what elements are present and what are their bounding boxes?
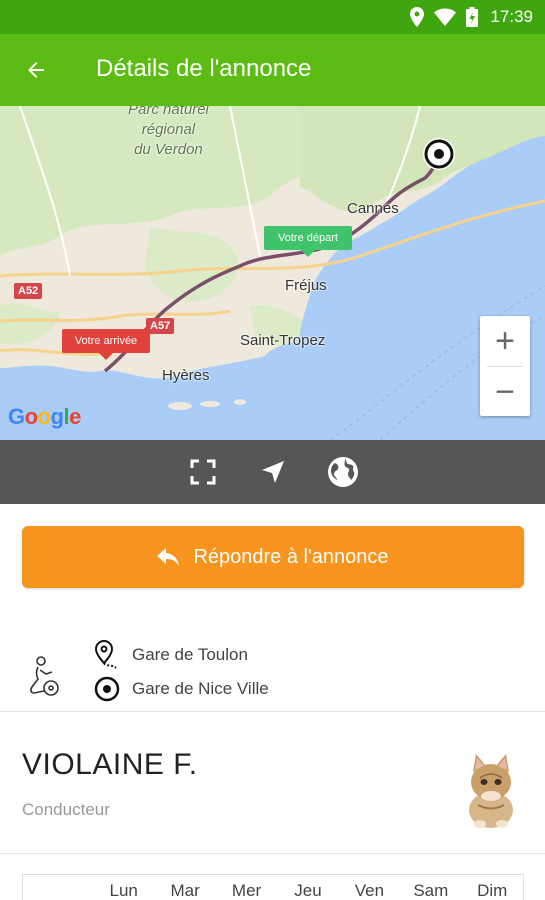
route-arrival: Gare de Nice Ville	[94, 676, 269, 702]
zoom-in-button[interactable]: +	[480, 316, 530, 366]
page-title: Détails de l'annonce	[96, 55, 312, 82]
day-label: Lun	[109, 881, 138, 900]
passenger-seat-icon	[30, 656, 59, 696]
reply-icon	[157, 548, 180, 566]
globe-icon	[327, 457, 358, 487]
back-button[interactable]	[18, 52, 54, 88]
route-map[interactable]: Parc naturel régional du Verdon Cannes F…	[0, 106, 545, 440]
day-label: Mer	[231, 881, 262, 900]
map-label-park-line2: régional	[141, 121, 196, 138]
navigate-icon	[261, 461, 284, 483]
arrow-back-icon	[28, 62, 44, 78]
day-label: Jeu	[294, 881, 322, 900]
route-departure: Gare de Toulon	[94, 640, 248, 670]
day-label: Ven	[354, 881, 385, 900]
navigate-button[interactable]	[257, 456, 289, 488]
driver-role: Conducteur	[22, 800, 110, 819]
map-label-saint-tropez: Saint-Tropez	[240, 332, 326, 349]
reply-button[interactable]: Répondre à l'annonce	[22, 526, 524, 588]
google-letter: g	[50, 404, 64, 429]
driver-name: VIOLAINE F.	[22, 748, 198, 781]
globe-button[interactable]	[327, 456, 359, 488]
avatar[interactable]	[458, 750, 524, 830]
map-label-hyeres: Hyères	[162, 367, 210, 384]
day-label: Mar	[170, 881, 200, 900]
road-badge-a57: A57	[146, 318, 175, 334]
map-label-park-line3: du Verdon	[134, 141, 203, 158]
location-icon	[410, 7, 425, 27]
map-label-park: Parc naturel régional du Verdon	[128, 106, 209, 160]
weekday-header: Lun Mar Mer Jeu Ven Sam Dim	[22, 874, 524, 900]
destination-marker-icon[interactable]	[421, 136, 457, 172]
map-label-park-line1: Parc naturel	[128, 106, 209, 118]
arrival-target-icon	[94, 676, 120, 702]
route-summary: Gare de Toulon Gare de Nice Ville	[0, 630, 545, 712]
battery-icon	[466, 7, 479, 27]
marker-departure[interactable]: Votre départ	[264, 226, 352, 257]
status-icons: 17:39	[410, 6, 533, 28]
google-letter: e	[69, 404, 81, 429]
google-letter: o	[37, 404, 51, 429]
google-letter: G	[8, 404, 25, 429]
status-time: 17:39	[490, 7, 533, 26]
map-toolbar	[0, 440, 545, 504]
zoom-out-button[interactable]: −	[480, 367, 530, 417]
reply-button-label: Répondre à l'annonce	[193, 545, 389, 568]
marker-arrival[interactable]: Votre arrivée	[62, 329, 150, 360]
road-badge-a52: A52	[14, 283, 43, 299]
map-label-frejus: Fréjus	[285, 277, 327, 294]
map-background	[0, 106, 545, 440]
google-logo: Google	[8, 404, 81, 430]
day-label: Dim	[477, 881, 508, 900]
fullscreen-button[interactable]	[187, 456, 219, 488]
wifi-icon	[434, 8, 457, 26]
arrival-text: Gare de Nice Ville	[132, 679, 269, 698]
fullscreen-icon	[190, 459, 215, 485]
driver-card[interactable]: VIOLAINE F. Conducteur	[0, 712, 545, 854]
departure-pin-icon	[94, 640, 117, 669]
status-bar: 17:39	[0, 0, 545, 34]
app-bar: Détails de l'annonce	[0, 34, 545, 106]
departure-text: Gare de Toulon	[132, 645, 248, 664]
google-letter: o	[24, 404, 38, 429]
map-label-cannes: Cannes	[347, 200, 399, 217]
day-label: Sam	[413, 881, 449, 900]
zoom-controls: + −	[480, 316, 530, 416]
